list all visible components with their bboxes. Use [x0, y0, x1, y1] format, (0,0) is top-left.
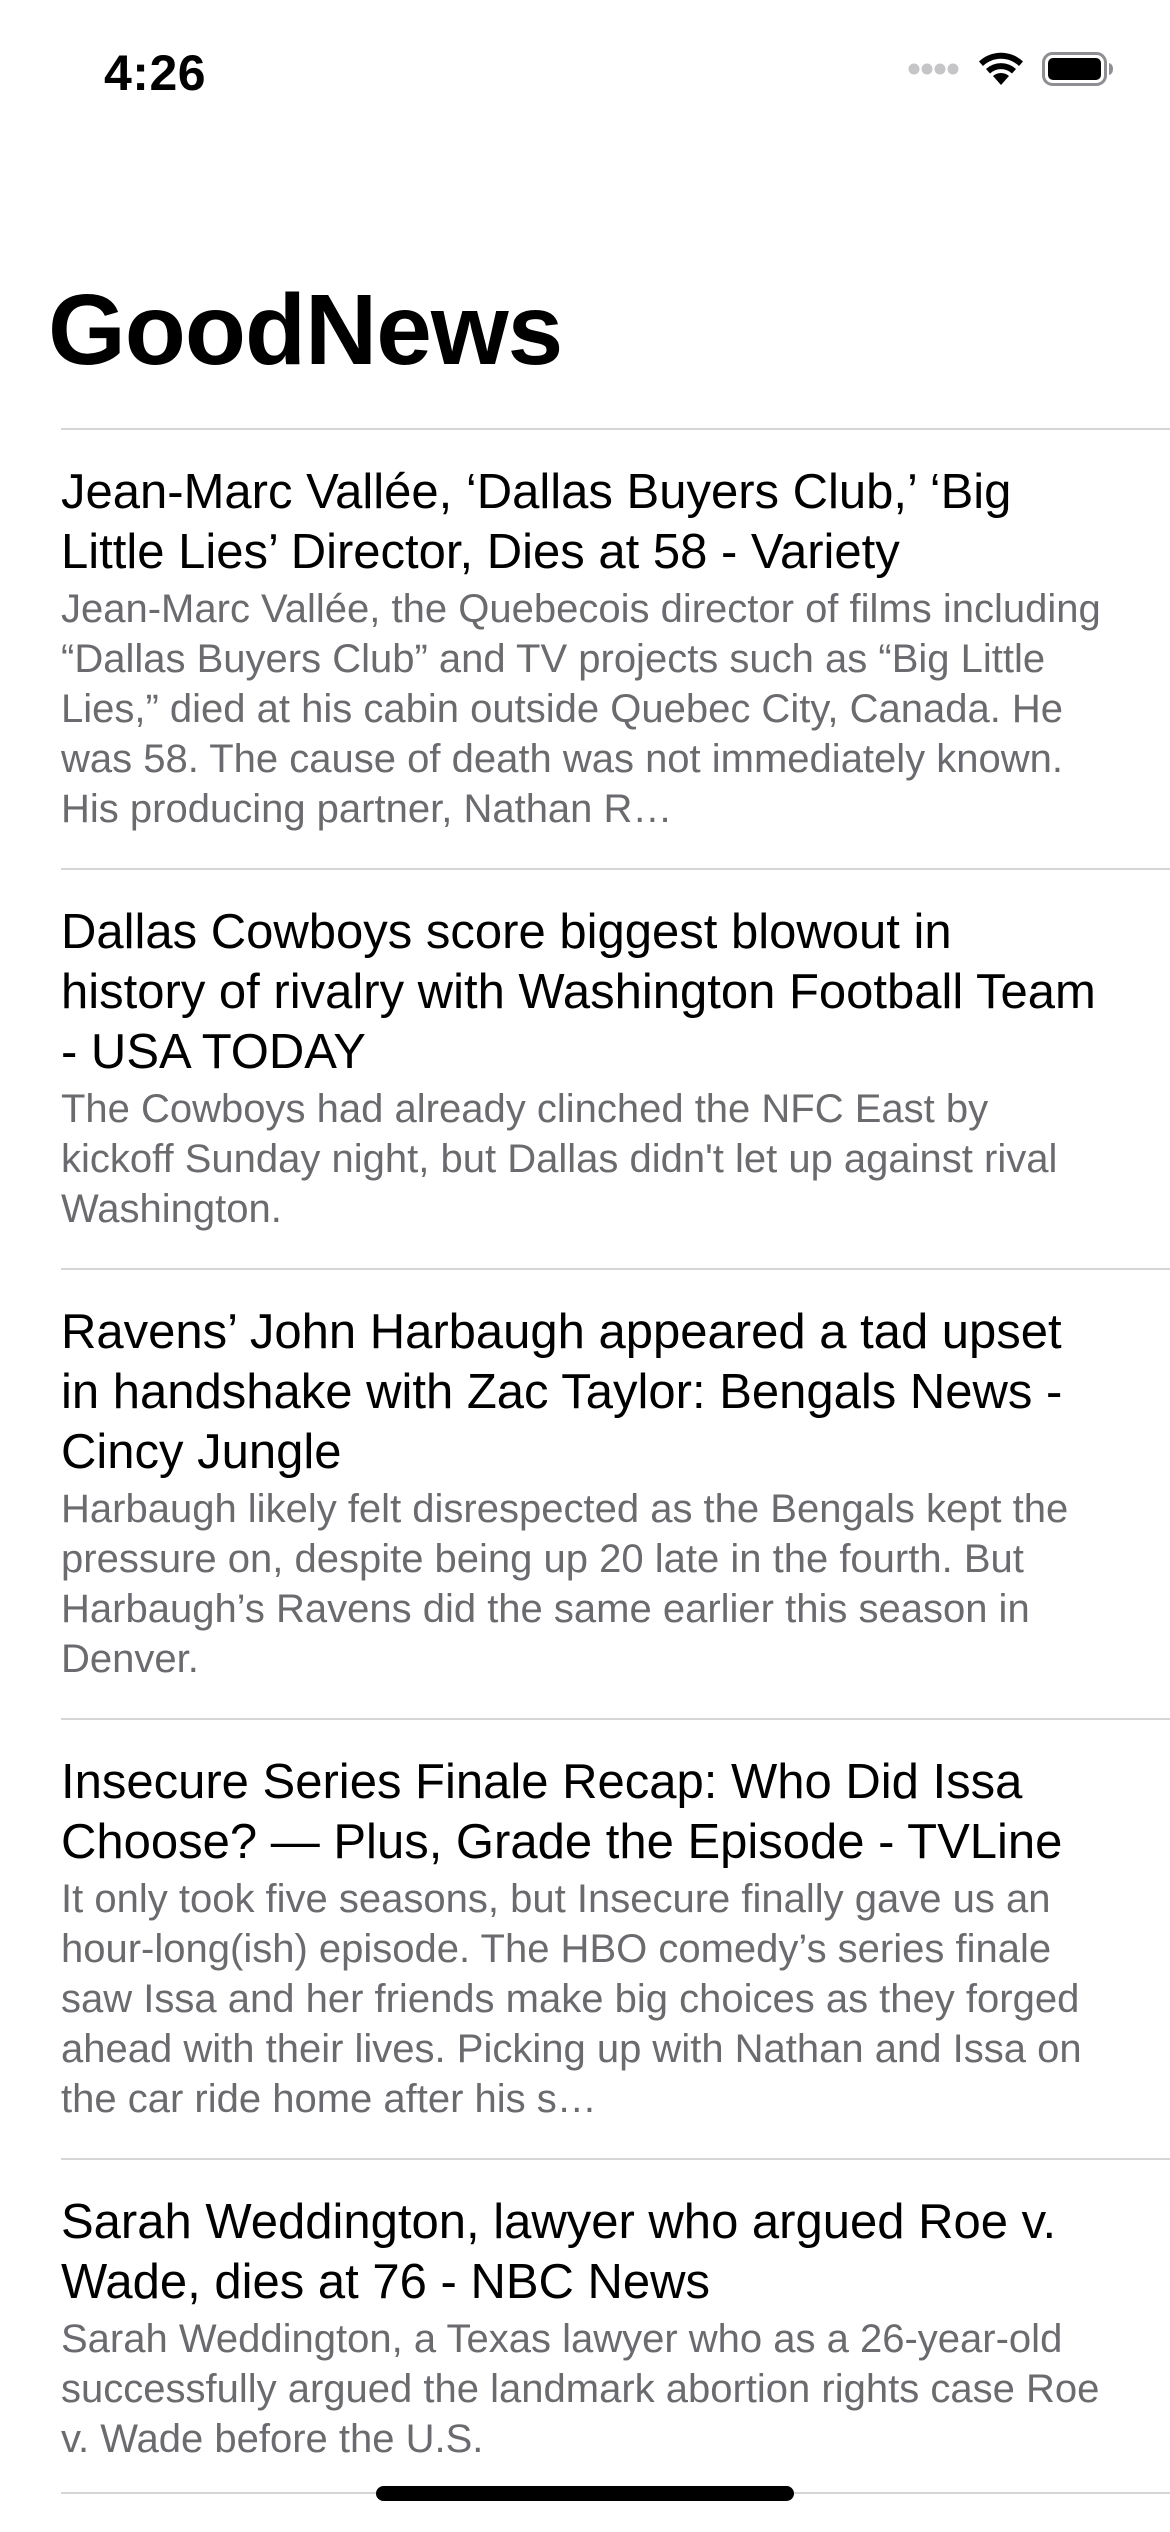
news-list: Jean-Marc Vallée, ‘Dallas Buyers Club,’ … [0, 428, 1170, 2498]
article-title: Ravens’ John Harbaugh appeared a tad ups… [61, 1305, 1063, 1479]
article-title: Dallas Cowboys score biggest blowout in … [61, 905, 1096, 1079]
article-title: Insecure Series Finale Recap: Who Did Is… [61, 1755, 1063, 1869]
news-list-item[interactable]: Sarah Weddington, lawyer who argued Roe … [0, 2158, 1170, 2498]
news-list-item[interactable]: Dallas Cowboys score biggest blowout in … [0, 868, 1170, 1268]
article-description: The Cowboys had already clinched the NFC… [61, 1087, 1058, 1231]
article-description: Jean-Marc Vallée, the Quebecois director… [61, 587, 1101, 831]
status-bar: 4:26 [0, 0, 1170, 150]
article-description: Sarah Weddington, a Texas lawyer who as … [61, 2317, 1100, 2461]
status-icons [908, 52, 1114, 86]
article-description: It only took five seasons, but Insecure … [61, 1877, 1082, 2121]
article-title: Sarah Weddington, lawyer who argued Roe … [61, 2195, 1057, 2309]
page-title: GoodNews [48, 274, 563, 386]
wifi-icon [978, 52, 1024, 86]
news-list-item[interactable]: Insecure Series Finale Recap: Who Did Is… [0, 1718, 1170, 2158]
article-title: Jean-Marc Vallée, ‘Dallas Buyers Club,’ … [61, 465, 1012, 579]
news-list-item[interactable]: Ravens’ John Harbaugh appeared a tad ups… [0, 1268, 1170, 1718]
article-description: Harbaugh likely felt disrespected as the… [61, 1487, 1069, 1681]
battery-icon [1042, 52, 1114, 86]
news-list-item[interactable]: Jean-Marc Vallée, ‘Dallas Buyers Club,’ … [0, 428, 1170, 868]
cellular-signal-icon [908, 61, 960, 77]
status-time: 4:26 [104, 45, 207, 101]
home-indicator[interactable] [376, 2486, 794, 2501]
